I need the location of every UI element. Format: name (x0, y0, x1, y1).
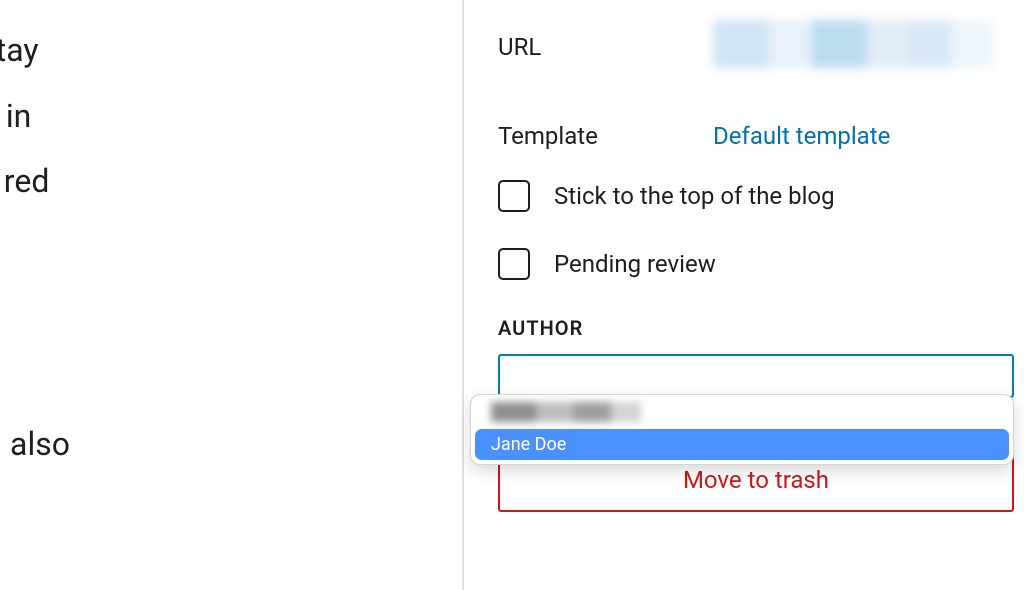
template-select[interactable]: Default template (713, 122, 890, 150)
author-heading: AUTHOR (498, 316, 1014, 340)
template-label: Template (498, 122, 713, 150)
sticky-checkbox[interactable] (498, 180, 530, 212)
sticky-label: Stick to the top of the blog (554, 182, 835, 210)
url-value-redacted[interactable] (713, 20, 993, 68)
editor-text[interactable]: utting on red (0, 162, 49, 200)
editor-text[interactable]: o-week stay (0, 31, 39, 69)
pending-review-label: Pending review (554, 250, 716, 278)
editor-text[interactable]: ). I also (0, 425, 70, 463)
url-label: URL (498, 33, 713, 61)
author-combobox[interactable] (498, 354, 1014, 398)
pending-review-checkbox[interactable] (498, 248, 530, 280)
editor-text[interactable]: in (0, 97, 31, 135)
settings-sidebar: URL Template Default template Stick to t… (464, 0, 1024, 590)
author-option-redacted[interactable] (471, 395, 1013, 429)
author-option-selected[interactable]: Jane Doe (475, 429, 1009, 460)
editor-content-area[interactable]: o-week stay phasized in utting on red ca… (0, 0, 464, 590)
author-dropdown: Jane Doe (470, 394, 1014, 465)
